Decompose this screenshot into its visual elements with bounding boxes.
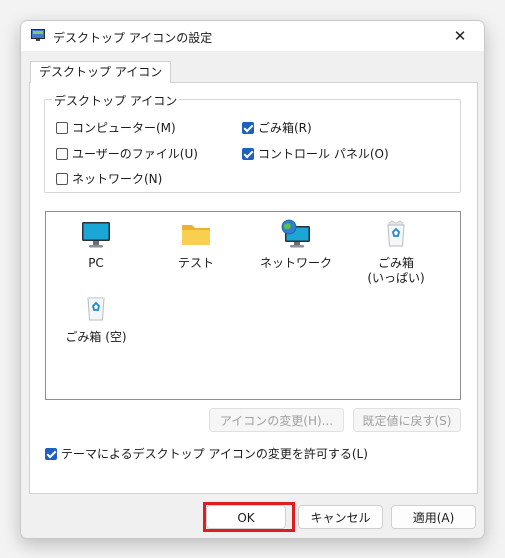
icon-label-recycle-bin-full: ごみ箱 (いっぱい) <box>367 256 425 285</box>
icon-item-test-folder[interactable]: テスト <box>156 218 236 271</box>
icon-item-recycle-bin-full[interactable]: ごみ箱 (いっぱい) <box>356 218 436 286</box>
restore-default-button[interactable]: 既定値に戻す(S) <box>353 408 461 432</box>
close-icon[interactable]: ✕ <box>438 21 482 51</box>
user-files-checkbox-label: ユーザーのファイル(U) <box>72 147 198 161</box>
groupbox-legend: デスクトップ アイコン <box>52 92 180 109</box>
allow-themes-checkbox[interactable]: テーマによるデスクトップ アイコンの変更を許可する(L) <box>45 445 368 462</box>
title-bar: デスクトップ アイコンの設定 ✕ <box>21 21 484 51</box>
monitor-icon <box>80 218 112 250</box>
icon-list[interactable]: PC テスト ネットワーク ごみ箱 (いっぱい) ごみ箱 (空) <box>45 211 461 400</box>
icon-label-test: テスト <box>177 256 214 270</box>
desktop-icons-groupbox: デスクトップ アイコン コンピューター(M) ごみ箱(R) ユーザーのファイル(… <box>44 92 461 193</box>
apply-button[interactable]: 適用(A) <box>391 505 476 529</box>
ok-button-highlight <box>203 502 295 532</box>
recycle-bin-full-icon <box>380 218 412 250</box>
change-icon-button[interactable]: アイコンの変更(H)... <box>209 408 344 432</box>
recycle-bin-checkbox-box[interactable] <box>242 121 254 134</box>
icon-label-network: ネットワーク <box>259 256 332 270</box>
recycle-bin-checkbox[interactable]: ごみ箱(R) <box>242 119 312 136</box>
icon-item-pc[interactable]: PC <box>56 218 136 271</box>
cancel-button[interactable]: キャンセル <box>298 505 383 529</box>
icon-label-recycle-bin-empty: ごみ箱 (空) <box>65 330 127 344</box>
window-title: デスクトップ アイコンの設定 <box>53 31 213 45</box>
desktop-icon-settings-dialog: デスクトップ アイコンの設定 ✕ デスクトップ アイコン デスクトップ アイコン… <box>20 20 485 539</box>
allow-themes-checkbox-label: テーマによるデスクトップ アイコンの変更を許可する(L) <box>61 447 368 461</box>
control-panel-checkbox-label: コントロール パネル(O) <box>258 147 389 161</box>
desktop-settings-app-icon <box>31 29 45 41</box>
computer-checkbox-box[interactable] <box>56 121 68 134</box>
computer-checkbox-label: コンピューター(M) <box>72 121 176 135</box>
network-checkbox-box[interactable] <box>56 172 68 185</box>
icon-label-pc: PC <box>88 256 104 270</box>
user-files-checkbox[interactable]: ユーザーのファイル(U) <box>56 145 198 162</box>
folder-icon <box>180 218 212 250</box>
icon-item-recycle-bin-empty[interactable]: ごみ箱 (空) <box>56 292 136 345</box>
control-panel-checkbox-box[interactable] <box>242 147 254 160</box>
user-files-checkbox-box[interactable] <box>56 147 68 160</box>
network-globe-icon <box>280 218 312 250</box>
allow-themes-checkbox-box[interactable] <box>45 447 57 460</box>
control-panel-checkbox[interactable]: コントロール パネル(O) <box>242 145 389 162</box>
recycle-bin-empty-icon <box>80 292 112 324</box>
network-checkbox-label: ネットワーク(N) <box>72 172 163 186</box>
recycle-bin-checkbox-label: ごみ箱(R) <box>258 121 312 135</box>
icon-item-network[interactable]: ネットワーク <box>256 218 336 271</box>
network-checkbox[interactable]: ネットワーク(N) <box>56 170 162 187</box>
computer-checkbox[interactable]: コンピューター(M) <box>56 119 176 136</box>
tab-panel: デスクトップ アイコン コンピューター(M) ごみ箱(R) ユーザーのファイル(… <box>29 82 478 494</box>
tab-desktop-icons[interactable]: デスクトップ アイコン <box>30 61 172 83</box>
